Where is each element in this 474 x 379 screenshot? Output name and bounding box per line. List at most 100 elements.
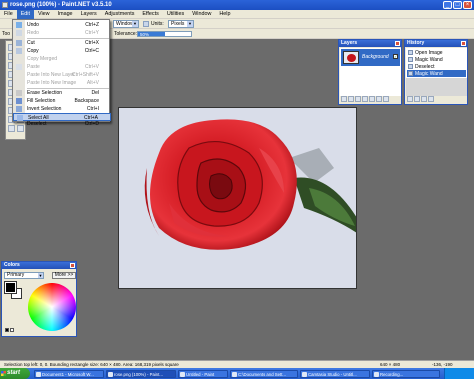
chevron-down-icon: ▼ xyxy=(38,273,43,278)
selection-info: Selection top left: 0, 0. Bounding recta… xyxy=(4,362,179,367)
layers-buttons xyxy=(341,96,389,102)
primary-color-swatch[interactable] xyxy=(4,281,17,294)
history-item[interactable]: Magic Wand xyxy=(407,56,466,63)
menu-item-invert-selection[interactable]: Invert Selection Ctrl+I xyxy=(13,105,111,113)
ruler-icon[interactable] xyxy=(143,21,149,27)
start-label: start xyxy=(7,370,21,376)
minimize-button[interactable]: _ xyxy=(443,1,452,9)
close-icon[interactable] xyxy=(461,41,466,46)
menu-item-deselect[interactable]: Deselect Ctrl+D xyxy=(13,121,111,127)
menu-help[interactable]: Help xyxy=(215,10,234,19)
layer-name: Background xyxy=(362,54,389,60)
taskbar-item-camtasia[interactable]: Camtasia Studio - Untitl... xyxy=(300,369,370,378)
taskbar-item-label: Untitled - Paint xyxy=(186,371,215,377)
scissors-icon xyxy=(16,40,22,46)
magic-wand-icon xyxy=(408,57,413,62)
history-item-label: Magic Wand xyxy=(415,56,443,63)
menu-edit[interactable]: Edit xyxy=(16,9,34,19)
taskbar-item-recording[interactable]: Recording... xyxy=(372,369,440,378)
layer-visibility-checkbox[interactable]: ✓ xyxy=(393,54,398,59)
taskbar-item-word[interactable]: Document1 - Microsoft W... xyxy=(34,369,104,378)
rose-image xyxy=(144,119,356,250)
image-canvas[interactable] xyxy=(118,107,357,289)
menu-image[interactable]: Image xyxy=(54,10,77,19)
close-icon[interactable] xyxy=(70,263,75,268)
window-controls: _ □ × xyxy=(443,1,472,9)
layer-row-background[interactable]: Background ✓ xyxy=(341,49,400,66)
fill-icon xyxy=(16,98,22,104)
more-colors-button[interactable]: More >> xyxy=(52,272,76,279)
menu-item-label: Copy xyxy=(27,48,39,54)
menu-bar: File Edit View Image Layers Adjustments … xyxy=(0,9,474,19)
menu-item-paste-new-image[interactable]: Paste Into New Image Alt+V xyxy=(13,79,111,87)
maximize-button[interactable]: □ xyxy=(453,1,462,9)
deselect-icon xyxy=(408,64,413,69)
swatch-black[interactable] xyxy=(5,328,9,332)
tolerance-value: 50% xyxy=(140,32,150,37)
taskbar-item-paint[interactable]: Untitled - Paint xyxy=(178,369,228,378)
redo-icon xyxy=(16,30,22,36)
history-item[interactable]: Deselect xyxy=(407,63,466,70)
history-item-selected[interactable]: Magic Wand xyxy=(407,70,466,77)
menu-item-label: Paste xyxy=(27,64,40,70)
taskbar-item-label: Recording... xyxy=(380,371,404,377)
menu-item-label: Fill Selection xyxy=(27,98,56,104)
taskbar-item-paintnet[interactable]: rose.png (100%) - Paint... xyxy=(106,369,176,378)
menu-effects[interactable]: Effects xyxy=(138,10,162,19)
menu-item-copy-merged[interactable]: Copy Merged xyxy=(13,55,111,63)
start-button[interactable]: start xyxy=(0,368,30,379)
menu-item-erase-selection[interactable]: Erase Selection Del xyxy=(13,89,111,97)
taskbar-item-explorer[interactable]: C:\Documents and Sett... xyxy=(230,369,298,378)
rewind-icon[interactable] xyxy=(407,96,413,102)
camtasia-icon xyxy=(302,371,307,377)
menu-item-shortcut: Ctrl+I xyxy=(86,106,99,112)
color-mode-dropdown[interactable]: Primary ▼ xyxy=(4,272,44,279)
menu-item-paste-new-layer[interactable]: Paste Into New Layer Ctrl+Shift+V xyxy=(13,71,111,79)
close-icon[interactable] xyxy=(395,41,400,46)
app-icon[interactable] xyxy=(2,2,8,8)
undo-icon[interactable] xyxy=(414,96,420,102)
window-title: rose.png (100%) - Paint.NET v3.5.10 xyxy=(10,1,112,8)
menu-layers[interactable]: Layers xyxy=(77,10,101,19)
merge-layer-icon[interactable] xyxy=(362,96,368,102)
window-dropdown[interactable]: Window ▼ xyxy=(113,20,139,28)
layer-properties-icon[interactable] xyxy=(383,96,389,102)
tools-label: Too xyxy=(2,31,11,37)
menu-item-undo[interactable]: Undo Ctrl+Z xyxy=(13,21,111,29)
redo-icon[interactable] xyxy=(421,96,427,102)
move-down-icon[interactable] xyxy=(376,96,382,102)
menu-item-copy[interactable]: Copy Ctrl+C xyxy=(13,47,111,55)
add-layer-icon[interactable] xyxy=(341,96,347,102)
menu-item-fill-selection[interactable]: Fill Selection Backspace xyxy=(13,97,111,105)
paste-icon xyxy=(16,64,22,70)
units-label: Units: xyxy=(151,21,164,27)
freeform-icon[interactable] xyxy=(17,125,24,132)
move-up-icon[interactable] xyxy=(369,96,375,102)
menu-item-shortcut: Ctrl+V xyxy=(84,64,99,70)
tolerance-slider[interactable]: 50% xyxy=(137,31,192,37)
duplicate-layer-icon[interactable] xyxy=(355,96,361,102)
close-button[interactable]: × xyxy=(463,1,472,9)
taskbar-item-label: Document1 - Microsoft W... xyxy=(42,371,94,377)
menu-window[interactable]: Window xyxy=(188,10,215,19)
color-wheel[interactable] xyxy=(28,283,76,331)
shapes-icon[interactable] xyxy=(8,125,15,132)
history-item[interactable]: Open Image xyxy=(407,49,466,56)
menu-item-label: Paste Into New Layer xyxy=(27,72,75,78)
menu-item-paste[interactable]: Paste Ctrl+V xyxy=(13,63,111,71)
history-item-label: Open Image xyxy=(415,49,443,56)
menu-adjustments[interactable]: Adjustments xyxy=(101,10,139,19)
delete-layer-icon[interactable] xyxy=(348,96,354,102)
units-dropdown[interactable]: Pixels ▼ xyxy=(168,20,194,28)
menu-item-redo[interactable]: Redo Ctrl+Y xyxy=(13,29,111,37)
swatch-white[interactable] xyxy=(10,328,14,332)
menu-file[interactable]: File xyxy=(0,10,17,19)
invert-icon xyxy=(16,106,22,112)
history-window: History Open Image Magic Wand Deselect M… xyxy=(404,39,468,105)
title-bar: rose.png (100%) - Paint.NET v3.5.10 _ □ … xyxy=(0,0,474,10)
menu-item-cut[interactable]: Cut Ctrl+X xyxy=(13,39,111,47)
color-mode-value: Primary xyxy=(7,272,25,278)
menu-utilities[interactable]: Utilities xyxy=(163,10,188,19)
menu-view[interactable]: View xyxy=(34,10,54,19)
fast-forward-icon[interactable] xyxy=(428,96,434,102)
